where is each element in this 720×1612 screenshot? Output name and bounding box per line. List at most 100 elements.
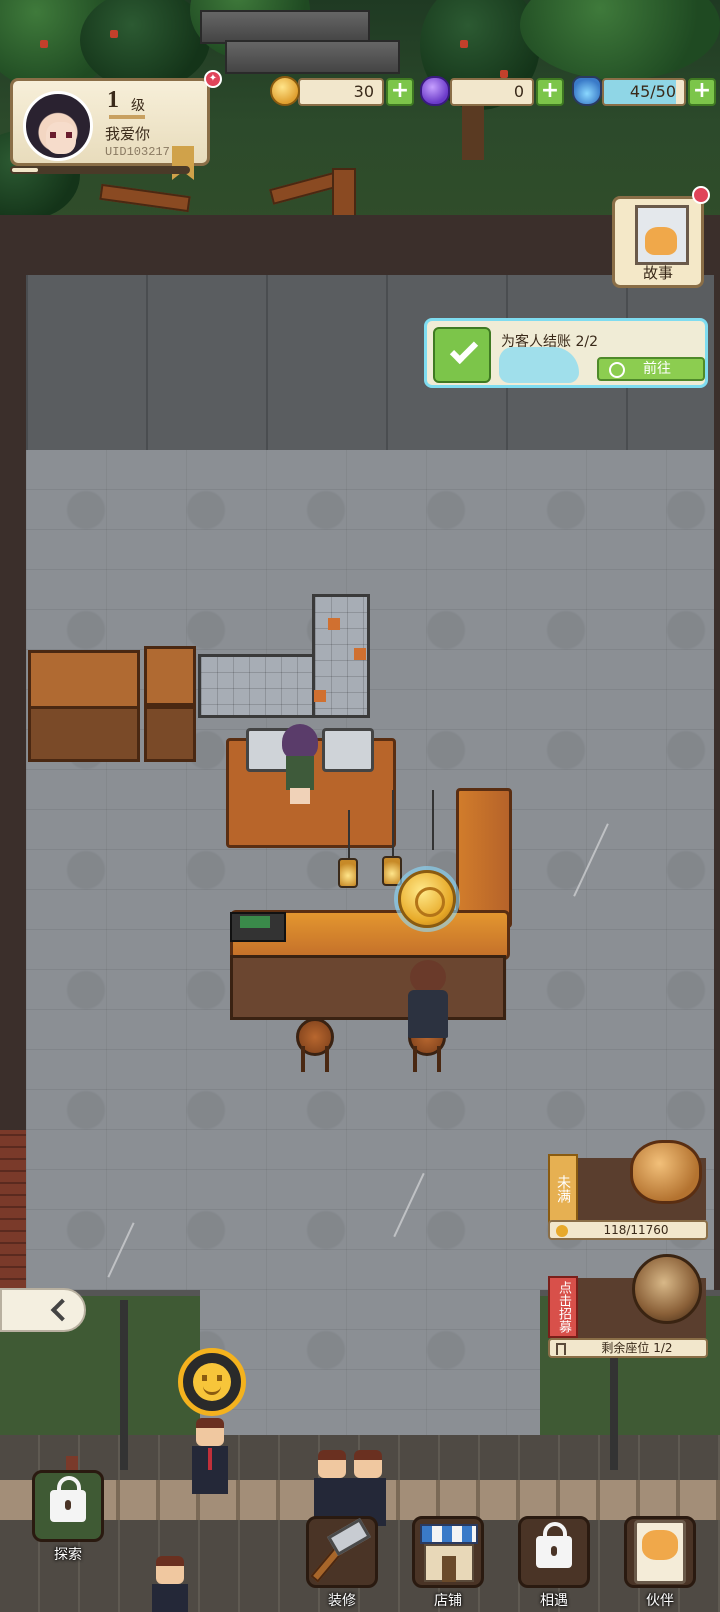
register-screen [240, 916, 270, 928]
piggy-count-bar: 118/11760 [548, 1220, 708, 1240]
barista-legs [290, 788, 310, 804]
player-avatar[interactable] [23, 91, 93, 161]
nav-explore-label: 探索 [54, 1547, 82, 1563]
player-level: 1 [107, 87, 119, 113]
player-level-unit: 级 [131, 98, 145, 114]
counter-arm [456, 788, 512, 928]
berry [110, 30, 118, 38]
hanging-lamp [338, 858, 358, 888]
piggy-status-tag: 未满 [548, 1154, 578, 1224]
customer-character[interactable] [404, 960, 452, 1040]
counter-front [230, 955, 506, 1020]
side-table-front [28, 706, 140, 762]
tutorial-hand-icon [499, 347, 579, 383]
potion-icon [572, 76, 602, 106]
pipe [200, 10, 370, 44]
level-underline [109, 115, 145, 119]
chair-icon [556, 1343, 566, 1355]
stool-legs [301, 1046, 329, 1072]
berry [460, 40, 468, 48]
collapse-panel-button[interactable] [0, 1288, 86, 1332]
person-suit [152, 1584, 188, 1612]
nav-encounter-button[interactable]: 相遇 [512, 1516, 596, 1609]
seats-bar: 剩余座位 1/2 [548, 1338, 708, 1358]
profile-notification-badge: ✦ [204, 70, 222, 88]
quest-go-button[interactable]: 前往 [597, 357, 705, 381]
customer-waiting[interactable] [188, 1418, 232, 1510]
seats-remaining: 剩余座位 1/2 [601, 1341, 673, 1355]
wood-post [332, 168, 356, 218]
collect-coin-icon[interactable] [398, 870, 456, 928]
cat-icon [645, 227, 677, 255]
piggy-bank-panel[interactable]: 未满 118/11760 [548, 1140, 708, 1240]
grinder-stand[interactable] [144, 646, 196, 706]
tile-accent [328, 618, 340, 630]
coin-count: 30 [298, 78, 384, 106]
gem-resource: 0 + [418, 76, 566, 106]
nav-partner-label: 伙伴 [646, 1593, 674, 1609]
shop-door [442, 1556, 456, 1582]
tile-accent [314, 690, 326, 702]
person-head [156, 1556, 184, 1584]
customer-mood-bubble[interactable] [178, 1348, 246, 1416]
add-gems-button[interactable]: + [536, 78, 564, 106]
tile-accent [354, 648, 366, 660]
exp-bar-fill [12, 168, 38, 172]
stool-legs [413, 1046, 441, 1072]
nav-shop-button[interactable]: 店铺 [406, 1516, 490, 1609]
wood-plank [269, 171, 341, 205]
avatar-eyes [50, 132, 72, 138]
nav-shop-label: 店铺 [434, 1593, 462, 1609]
stand-front [144, 706, 196, 762]
street-lamp [120, 1300, 128, 1470]
nav-encounter-label: 相遇 [540, 1593, 568, 1609]
recruit-panel[interactable]: 点击招募 剩余座位 1/2 [548, 1254, 708, 1358]
customer-body [408, 990, 448, 1038]
player-name: 我爱你 [105, 125, 151, 143]
customer-hair [410, 960, 446, 994]
berry [500, 70, 508, 78]
nav-decorate-label: 装修 [328, 1593, 356, 1609]
cat-icon [642, 1530, 678, 1560]
pipe [225, 40, 400, 74]
piggy-bank-icon[interactable] [630, 1140, 702, 1204]
story-button[interactable]: 故事 [612, 196, 704, 288]
coin-resource: 30 + [268, 76, 416, 106]
recruit-label[interactable]: 点击招募 [548, 1276, 578, 1338]
lamp-chain [392, 790, 394, 858]
nav-explore-button[interactable]: 探索 [26, 1470, 110, 1563]
quest-go-label: 前往 [643, 361, 671, 377]
avatar-face [46, 122, 76, 154]
lock-icon [50, 1476, 86, 1522]
service-bell-icon[interactable] [632, 1254, 702, 1324]
player-uid: UID103217 [105, 145, 170, 159]
tree-trunk [462, 100, 484, 160]
barista-character[interactable] [278, 724, 322, 804]
coffee-machine[interactable] [322, 728, 374, 772]
gem-icon [420, 76, 450, 106]
energy-count: 45/50 [602, 78, 686, 106]
person-head [318, 1450, 346, 1478]
berry [40, 40, 48, 48]
add-energy-button[interactable]: + [688, 78, 716, 106]
coin-icon [270, 76, 300, 106]
hanging-lamp [382, 856, 402, 886]
add-coins-button[interactable]: + [386, 78, 414, 106]
lock-icon [536, 1522, 572, 1568]
quest-complete-icon [433, 327, 491, 383]
wood-plank [99, 183, 191, 213]
person-tie [208, 1448, 212, 1470]
nav-decorate-button[interactable]: 装修 [300, 1516, 384, 1609]
person-head [354, 1450, 382, 1478]
brick-wall [0, 1130, 26, 1290]
gem-count: 0 [450, 78, 534, 106]
smile-icon [556, 1225, 568, 1237]
lamp-chain [348, 810, 350, 860]
story-notification-badge [692, 186, 710, 204]
quest-tracker[interactable]: 为客人结账 2/2 前往 [424, 318, 708, 388]
side-table[interactable] [28, 650, 140, 710]
story-label: 故事 [642, 264, 673, 282]
nav-partner-button[interactable]: 伙伴 [618, 1516, 702, 1609]
piggy-count: 118/11760 [603, 1223, 669, 1237]
lamp-chain [432, 790, 434, 850]
